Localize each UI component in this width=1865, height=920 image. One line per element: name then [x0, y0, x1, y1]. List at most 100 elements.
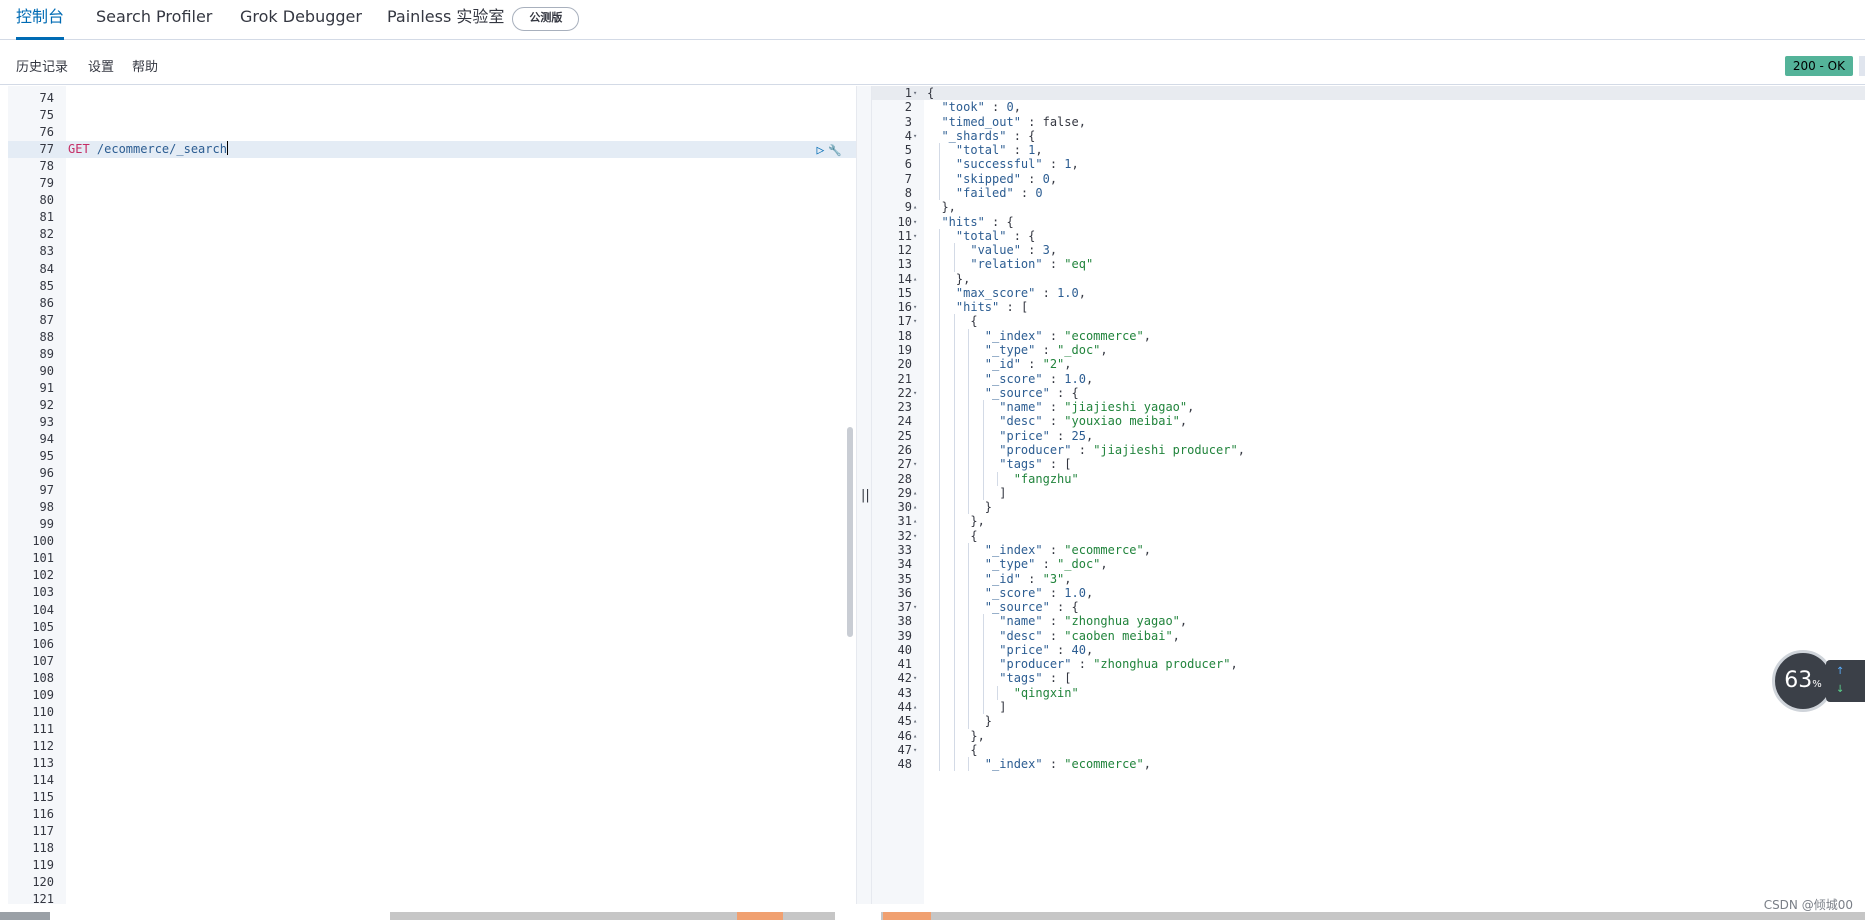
fold-collapse-icon[interactable]: ▾ — [913, 386, 917, 400]
line-number: 93 — [39, 414, 54, 429]
fold-end-icon[interactable]: ▴ — [913, 500, 917, 514]
request-line[interactable]: 91 — [8, 380, 856, 397]
request-editor[interactable]: 74 75 76 77 GET /ecommerce/_search ▷🔧 78 79 80 81… — [8, 86, 856, 904]
request-line[interactable]: 98 — [8, 499, 856, 516]
request-line[interactable]: 90 — [8, 363, 856, 380]
request-line[interactable]: 117 — [8, 823, 856, 840]
bottom-bar-segment — [50, 912, 390, 920]
settings-link[interactable]: 设置 — [88, 56, 114, 75]
request-line[interactable]: 83 — [8, 243, 856, 260]
request-line[interactable]: 93 — [8, 414, 856, 431]
request-line[interactable]: 115 — [8, 789, 856, 806]
fold-end-icon[interactable]: ▴ — [913, 729, 917, 743]
editor-resize-divider[interactable]: || — [856, 86, 872, 904]
request-line[interactable]: 85 — [8, 278, 856, 295]
request-line[interactable]: 88 — [8, 329, 856, 346]
request-line[interactable]: 87 — [8, 312, 856, 329]
fold-end-icon[interactable]: ▴ — [913, 514, 917, 528]
indent-guide — [953, 257, 955, 272]
request-line[interactable]: 82 — [8, 226, 856, 243]
fold-collapse-icon[interactable]: ▾ — [913, 129, 917, 143]
request-line[interactable]: 95 — [8, 448, 856, 465]
fold-collapse-icon[interactable]: ▾ — [913, 300, 917, 314]
indent-guide — [939, 371, 941, 386]
request-line[interactable]: 104 — [8, 602, 856, 619]
request-line[interactable]: 113 — [8, 755, 856, 772]
indent-guide — [939, 157, 941, 172]
request-line[interactable]: 112 — [8, 738, 856, 755]
request-line[interactable]: 92 — [8, 397, 856, 414]
fold-collapse-icon[interactable]: ▾ — [913, 215, 917, 229]
response-line: 37 ▾ "_source" : { — [872, 600, 1865, 615]
request-line[interactable]: 80 — [8, 192, 856, 209]
upload-arrow-icon: ↑ — [1836, 666, 1845, 677]
fold-end-icon[interactable]: ▴ — [913, 486, 917, 500]
request-line[interactable]: 114 — [8, 772, 856, 789]
request-line[interactable]: 76 — [8, 124, 856, 141]
fold-collapse-icon[interactable]: ▾ — [913, 600, 917, 614]
request-line[interactable]: 94 — [8, 431, 856, 448]
indent-guide — [953, 385, 955, 401]
fold-collapse-icon[interactable]: ▾ — [913, 457, 917, 471]
fold-collapse-icon[interactable]: ▾ — [913, 229, 917, 243]
fold-collapse-icon[interactable]: ▾ — [913, 671, 917, 685]
request-line[interactable]: 120 — [8, 874, 856, 891]
request-line[interactable]: 116 — [8, 806, 856, 823]
response-code: "price" : 25, — [999, 428, 1094, 443]
fold-collapse-icon[interactable]: ▾ — [913, 743, 917, 757]
network-speed-gauge[interactable]: 63% — [1772, 650, 1834, 712]
request-line[interactable]: 106 — [8, 636, 856, 653]
request-line[interactable]: 81 — [8, 209, 856, 226]
fold-collapse-icon[interactable]: ▾ — [913, 314, 917, 328]
fold-end-icon[interactable]: ▴ — [913, 272, 917, 286]
request-line[interactable]: 111 — [8, 721, 856, 738]
request-line[interactable]: 78 — [8, 158, 856, 175]
request-line[interactable]: 74 — [8, 90, 856, 107]
request-line[interactable]: 103 — [8, 584, 856, 601]
response-editor[interactable]: 1 ▾{2 "took" : 0, 3 "timed_out" : false, 4 ▾… — [872, 86, 1865, 904]
request-line[interactable]: 100 — [8, 533, 856, 550]
history-link[interactable]: 历史记录 — [16, 56, 68, 75]
help-link[interactable]: 帮助 — [132, 56, 158, 75]
request-line[interactable]: 77 GET /ecommerce/_search ▷🔧 — [8, 141, 856, 159]
request-line[interactable]: 109 — [8, 687, 856, 704]
request-line[interactable]: 96 — [8, 465, 856, 482]
wrench-icon[interactable]: 🔧 — [828, 144, 846, 157]
request-line[interactable]: 84 — [8, 261, 856, 278]
response-line: 46 ▴ }, — [872, 728, 1865, 743]
tab-console[interactable]: 控制台 — [16, 0, 65, 40]
request-line[interactable]: 101 — [8, 550, 856, 567]
request-line[interactable]: 97 — [8, 482, 856, 499]
request-line[interactable]: 86 — [8, 295, 856, 312]
request-editor-scrollbar[interactable] — [847, 427, 853, 637]
fold-end-icon[interactable]: ▴ — [913, 200, 917, 214]
request-line[interactable]: 102 — [8, 567, 856, 584]
request-line[interactable]: 121 — [8, 891, 856, 904]
request-line[interactable]: 118 — [8, 840, 856, 857]
request-line[interactable]: 108 — [8, 670, 856, 687]
request-line[interactable]: 75 — [8, 107, 856, 124]
tab-search-profiler[interactable]: Search Profiler — [96, 0, 212, 40]
request-line[interactable]: 105 — [8, 619, 856, 636]
line-number: 40 — [897, 642, 912, 657]
request-line[interactable]: 119 — [8, 857, 856, 874]
request-line[interactable]: 107 — [8, 653, 856, 670]
fold-collapse-icon[interactable]: ▾ — [913, 529, 917, 543]
play-icon[interactable]: ▷ — [816, 143, 828, 158]
request-line[interactable]: 89 — [8, 346, 856, 363]
tab-grok-debugger[interactable]: Grok Debugger — [240, 0, 362, 40]
line-number: 16 — [897, 300, 912, 315]
request-text[interactable]: GET /ecommerce/_search — [68, 141, 228, 158]
response-line: 10 ▾ "hits" : { — [872, 215, 1865, 229]
line-number: 3 — [904, 114, 912, 129]
line-number: 109 — [32, 687, 54, 702]
request-time-badge — [1859, 56, 1865, 76]
fold-collapse-icon[interactable]: ▾ — [913, 86, 917, 100]
indent-guide — [953, 671, 955, 686]
fold-end-icon[interactable]: ▴ — [913, 714, 917, 728]
request-line[interactable]: 110 — [8, 704, 856, 721]
request-line[interactable]: 79 — [8, 175, 856, 192]
fold-end-icon[interactable]: ▴ — [913, 700, 917, 714]
tab-painless-lab[interactable]: Painless 实验室 公测版 — [387, 0, 580, 40]
request-line[interactable]: 99 — [8, 516, 856, 533]
